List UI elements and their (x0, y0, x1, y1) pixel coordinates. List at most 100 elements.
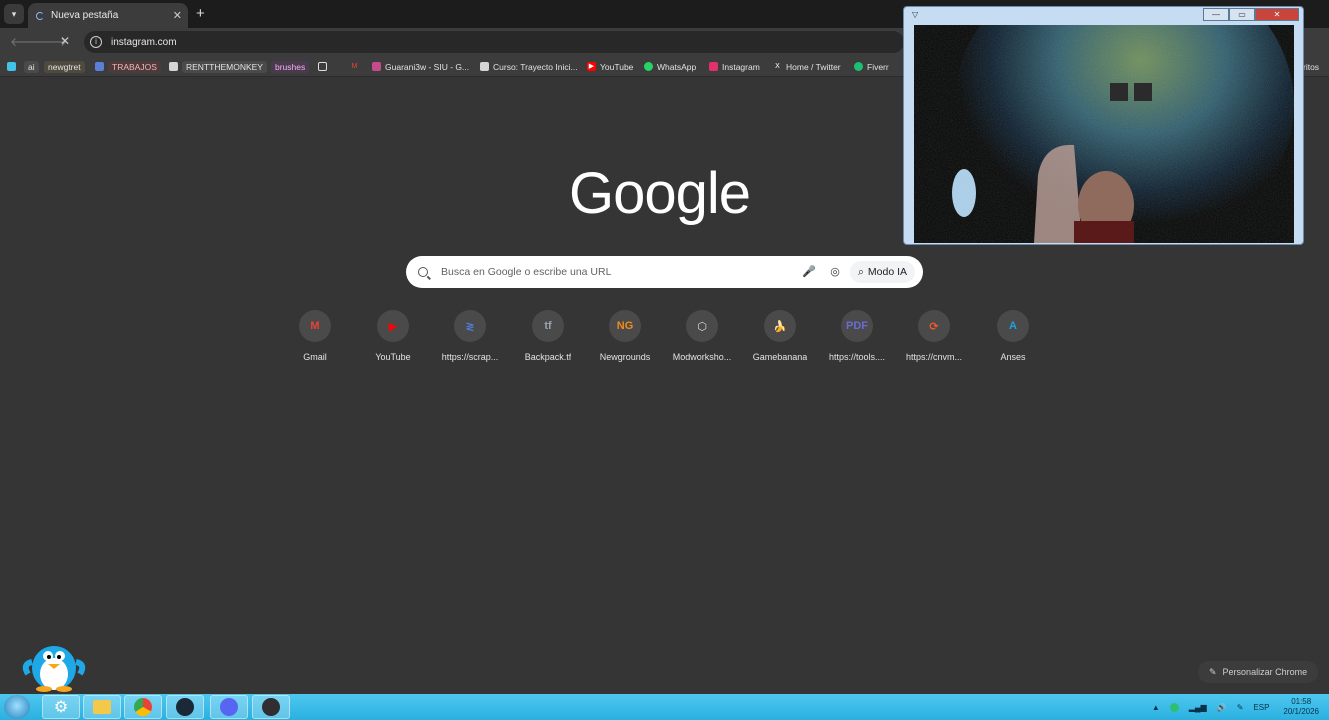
shortcut-label: https://scrap... (441, 352, 499, 362)
start-button[interactable] (4, 695, 30, 719)
gear-icon: ⚙ (53, 699, 69, 716)
shortcut-tile[interactable]: M Gmail (276, 310, 354, 362)
guarani-icon (372, 62, 381, 71)
bookmark-ai[interactable]: ai (24, 59, 39, 74)
shortcut-tile[interactable]: ⬡ Modworksho... (663, 310, 741, 362)
bookmark-whatsapp[interactable]: WhatsApp (644, 59, 696, 74)
taskbar-gear-app[interactable]: ⚙ (42, 695, 80, 719)
webcam-window[interactable]: ▽ — ▭ ✕ (903, 6, 1304, 245)
tab-title: Nueva pestaña (51, 10, 119, 21)
maximize-button[interactable]: ▭ (1229, 8, 1255, 21)
shortcut-label: Anses (1000, 352, 1026, 362)
shortcut-favicon-icon: A (997, 310, 1029, 342)
youtube-icon: ▶ (587, 62, 596, 71)
curso-icon (480, 62, 489, 71)
volume-icon[interactable]: 🔊 (1217, 703, 1227, 712)
bookmark-instagram[interactable]: Instagram (709, 59, 760, 74)
network-status-icon[interactable] (1169, 702, 1179, 712)
bookmark-curso[interactable]: Curso: Trayecto Inici... (480, 59, 578, 74)
site-info-icon[interactable]: i (90, 36, 102, 48)
x-twitter-icon: X (775, 63, 780, 70)
clock-date: 20/1/2026 (1283, 707, 1319, 716)
close-window-button[interactable]: ✕ (1255, 8, 1299, 21)
shortcut-label: https://tools.... (828, 352, 886, 362)
bookmark-trabajos[interactable]: TRABAJOS (95, 59, 161, 74)
system-tray: ▲ ▂▄▆ 🔊 ✎ ESP 01:58 20/1/2026 (1142, 694, 1319, 720)
chrome-icon (134, 698, 152, 716)
shortcut-label: Modworksho... (672, 352, 732, 362)
address-bar[interactable]: i instagram.com (84, 31, 904, 53)
gmail-icon: M (351, 63, 358, 70)
shortcut-favicon-icon: ⬡ (686, 310, 718, 342)
tab-close-icon[interactable]: ✕ (173, 9, 182, 22)
tab-search-chevron-down-icon[interactable]: ▾ (4, 4, 24, 24)
clock-time: 01:58 (1291, 697, 1312, 706)
microphone-icon[interactable]: 🎤 (800, 263, 818, 281)
bookmark-twitter[interactable]: X Home / Twitter (773, 59, 840, 74)
shortcut-favicon-icon: NG (609, 310, 641, 342)
stop-loading-icon[interactable]: ✕ (60, 34, 70, 48)
new-tab-plus-icon[interactable]: + (196, 5, 205, 22)
signal-bars-icon[interactable]: ▂▄▆ (1189, 703, 1207, 712)
bookmark-grid[interactable] (318, 59, 331, 74)
window-menu-icon[interactable]: ▽ (912, 10, 918, 19)
shortcut-tile[interactable]: NG Newgrounds (586, 310, 664, 362)
sparkle-search-icon: ⌕ (858, 265, 864, 278)
modo-ia-button[interactable]: ⌕ Modo IA (850, 261, 915, 283)
search-input[interactable] (441, 266, 800, 278)
shortcut-favicon-icon: ⟳ (918, 310, 950, 342)
search-box[interactable]: 🎤 ◎ ⌕Modo IA (406, 256, 923, 288)
bookmark-guarani[interactable]: Guarani3w - SIU - G... (372, 59, 469, 74)
shortcut-tile[interactable]: A Anses (974, 310, 1052, 362)
shortcut-tile[interactable]: ≷ https://scrap... (431, 310, 509, 362)
shortcut-label: https://cnvm... (905, 352, 963, 362)
address-url: instagram.com (111, 36, 177, 48)
pen-icon[interactable]: ✎ (1237, 703, 1244, 712)
shortcut-label: YouTube (375, 352, 411, 362)
google-logo: Google (569, 161, 751, 226)
bookmark-fiverr[interactable]: Fiverr (854, 59, 889, 74)
google-lens-icon[interactable]: ◎ (826, 263, 844, 281)
show-hidden-icons-icon[interactable]: ▲ (1152, 703, 1160, 712)
shortcut-tile[interactable]: tf Backpack.tf (509, 310, 587, 362)
minimize-button[interactable]: — (1203, 8, 1229, 21)
shortcut-tile[interactable]: PDF https://tools.... (818, 310, 896, 362)
whatsapp-icon (644, 62, 653, 71)
taskbar-file-explorer[interactable] (83, 695, 121, 719)
fiverr-icon (854, 62, 863, 71)
webcam-titlebar[interactable]: ▽ — ▭ ✕ (904, 7, 1303, 23)
taskbar-obs[interactable] (252, 695, 290, 719)
discord-icon (220, 698, 238, 716)
clock[interactable]: 01:58 20/1/2026 (1283, 697, 1319, 717)
bookmark-apps-square[interactable] (7, 59, 20, 74)
pencil-icon: ✎ (1209, 666, 1217, 677)
page-icon (169, 62, 178, 71)
bookmark-gmail[interactable]: M (350, 59, 363, 74)
language-indicator[interactable]: ESP (1253, 703, 1269, 712)
taskbar-chrome[interactable] (124, 695, 162, 719)
folder-icon (95, 62, 104, 71)
customize-chrome-button[interactable]: ✎ Personalizar Chrome (1198, 661, 1319, 683)
shortcut-tile[interactable]: ⟳ https://cnvm... (895, 310, 973, 362)
instagram-icon (709, 62, 718, 71)
tab-nueva-pestana[interactable]: Nueva pestaña ✕ (28, 3, 188, 28)
shortcut-label: Newgrounds (599, 352, 651, 362)
search-icon (418, 267, 428, 277)
shortcut-favicon-icon: ▶ (377, 310, 409, 342)
shortcut-tile[interactable]: 🍌 Gamebanana (741, 310, 819, 362)
bookmarks-overflow[interactable]: ritos (1303, 59, 1319, 74)
loading-spinner-icon (36, 11, 44, 20)
bookmark-newgtret[interactable]: newgtret (44, 59, 85, 74)
bookmark-youtube[interactable]: ▶ YouTube (587, 59, 633, 74)
shortcut-favicon-icon: tf (532, 310, 564, 342)
shortcut-favicon-icon: 🍌 (764, 310, 796, 342)
taskbar-discord[interactable] (210, 695, 248, 719)
bookmark-brushes[interactable]: brushes (271, 59, 310, 74)
folder-icon (93, 700, 111, 714)
webcam-video-feed (914, 25, 1294, 243)
shortcut-label: Backpack.tf (524, 352, 572, 362)
bookmark-rentthemonkey[interactable]: RENTTHEMONKEY (169, 59, 267, 74)
shortcut-favicon-icon: PDF (841, 310, 873, 342)
taskbar-steam[interactable] (166, 695, 204, 719)
shortcut-tile[interactable]: ▶ YouTube (354, 310, 432, 362)
